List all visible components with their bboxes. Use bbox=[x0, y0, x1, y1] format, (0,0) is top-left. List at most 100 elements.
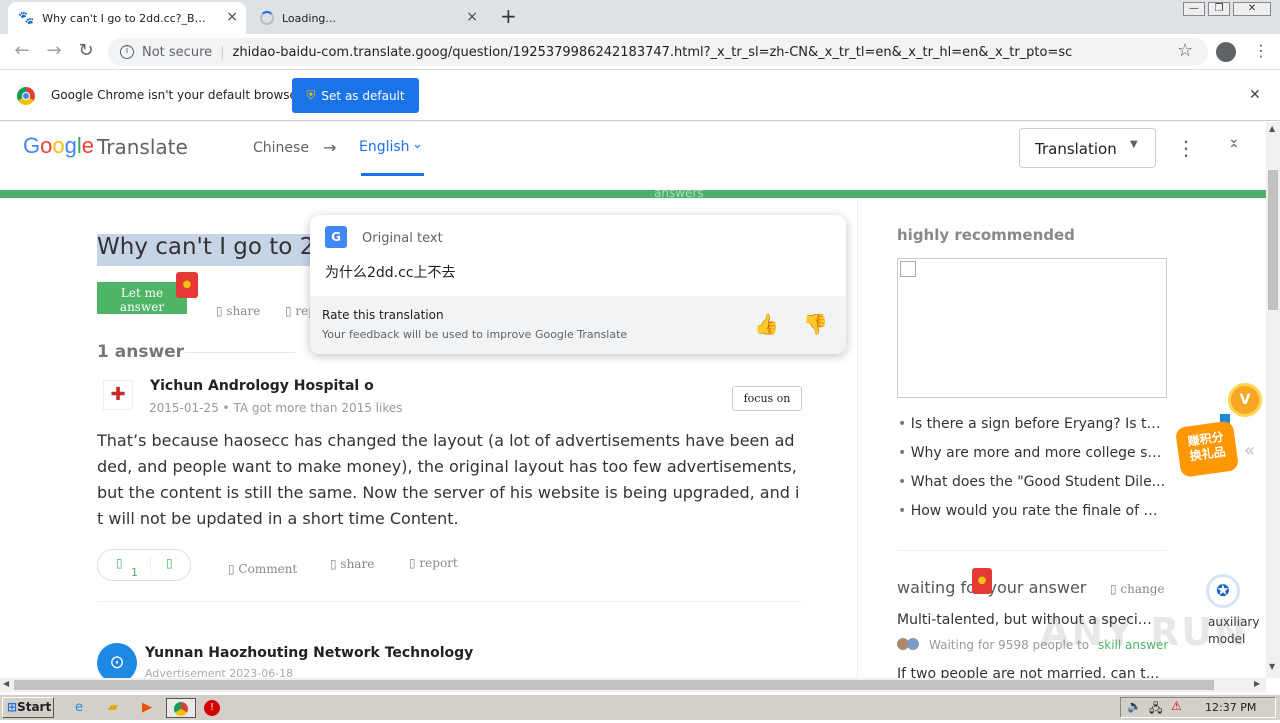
avatar: ✚ bbox=[103, 380, 133, 410]
recommended-image[interactable] bbox=[897, 258, 1167, 398]
folder-icon[interactable]: ▰ bbox=[102, 698, 124, 718]
vertical-scrollbar[interactable]: ▲ ▼ bbox=[1266, 122, 1280, 678]
google-translate-icon: G bbox=[325, 226, 347, 248]
reload-icon[interactable]: ↻ bbox=[74, 40, 98, 61]
avatar-group-icon bbox=[897, 638, 923, 652]
tab-close-icon[interactable]: × bbox=[226, 9, 238, 25]
back-icon[interactable]: ← bbox=[10, 40, 34, 61]
start-button[interactable]: ⊞Start bbox=[2, 697, 54, 718]
info-icon: i bbox=[120, 45, 134, 59]
close-window-button[interactable]: ✕ bbox=[1233, 2, 1271, 16]
tab-loading[interactable]: Loading... × bbox=[250, 2, 486, 34]
new-tab-button[interactable]: + bbox=[500, 4, 517, 28]
mode-label: Translation bbox=[1035, 140, 1117, 158]
alert-icon[interactable]: ⚠ bbox=[1171, 699, 1182, 713]
thumb-down-icon[interactable]: ▯ bbox=[166, 556, 173, 570]
promo-text: 赚积分 换礼品 bbox=[1174, 420, 1240, 478]
recommended-item[interactable]: Why are more and more college stu... bbox=[898, 445, 1166, 461]
ad-meta: Advertisement 2023-06-18 bbox=[145, 667, 294, 678]
rate-label: Rate this translation bbox=[322, 308, 444, 322]
like-dislike-group: ▯ 1 ▯ bbox=[97, 549, 191, 581]
report-label: report bbox=[419, 556, 458, 570]
feedback-text: Your feedback will be used to improve Go… bbox=[322, 328, 628, 341]
not-secure-label: Not secure bbox=[142, 44, 213, 60]
share-label: share bbox=[340, 557, 375, 571]
thumbs-down-icon[interactable]: 👎 bbox=[803, 312, 828, 336]
start-label: Start bbox=[17, 700, 52, 714]
answer-button[interactable]: Let me answer bbox=[97, 282, 187, 314]
thumb-up-icon[interactable]: ▯ bbox=[116, 556, 123, 570]
set-default-button[interactable]: ⛨ Set as default bbox=[292, 78, 419, 113]
network-icon[interactable]: 🖧 bbox=[1149, 699, 1162, 720]
change-link[interactable]: ▯ change bbox=[1110, 582, 1165, 596]
follow-button[interactable]: focus on bbox=[732, 386, 802, 411]
recommended-item[interactable]: What does the "Good Student Dile... bbox=[898, 474, 1166, 490]
comment-link[interactable]: ▯ Comment bbox=[228, 562, 297, 576]
target-language[interactable]: English bbox=[359, 139, 410, 155]
address-bar[interactable]: i Not secure | zhidao-baidu-com.translat… bbox=[108, 38, 1208, 66]
share-link[interactable]: ▯ share bbox=[330, 557, 374, 571]
source-language[interactable]: Chinese bbox=[253, 140, 309, 156]
next-question[interactable]: If two people are not married, can t... bbox=[897, 666, 1159, 678]
recommended-item[interactable]: Is there a sign before Eryang? Is the ..… bbox=[898, 416, 1166, 432]
medal-icon: V bbox=[1228, 383, 1262, 417]
chrome-taskbar-icon[interactable] bbox=[166, 698, 196, 718]
comment-label: Comment bbox=[238, 562, 298, 576]
spinner-icon bbox=[260, 11, 274, 25]
minimize-button[interactable]: — bbox=[1183, 2, 1205, 16]
caret-down-icon: ▼ bbox=[1130, 139, 1138, 150]
tab-baidu[interactable]: 🐾 Why can't I go to 2dd.cc?_Baidu Know × bbox=[8, 2, 246, 34]
forward-icon[interactable]: → bbox=[42, 40, 66, 61]
default-browser-infobar: Google Chrome isn't your default browser… bbox=[0, 71, 1280, 121]
shield-icon: ⛨ bbox=[306, 88, 316, 102]
windows-taskbar: ⊞Start e ▰ ▶ ! 🔈 🖧 ⚠ 12:37 PM bbox=[0, 694, 1280, 720]
answer-meta: 2015-01-25 • TA got more than 2015 likes bbox=[149, 401, 403, 415]
translate-logo-text: Translate bbox=[97, 135, 188, 159]
popup-header: Original text bbox=[362, 231, 443, 246]
set-default-label: Set as default bbox=[321, 88, 405, 103]
original-text-popup: G Original text 为什么2dd.cc上不去 Rate this t… bbox=[310, 215, 846, 354]
share-link[interactable]: ▯ share bbox=[216, 304, 260, 318]
report-link[interactable]: ▯ report bbox=[409, 556, 458, 570]
red-packet-icon: ● bbox=[176, 272, 198, 298]
double-chevron-left-icon[interactable]: « bbox=[1244, 440, 1255, 461]
ad-author[interactable]: Yunnan Haozhouting Network Technology bbox=[145, 645, 473, 661]
horizontal-scrollbar[interactable]: ◀ ▶ bbox=[0, 678, 1266, 692]
like-count: 1 bbox=[131, 566, 138, 579]
volume-icon[interactable]: 🔈 bbox=[1127, 699, 1142, 713]
page-header-strip: answers bbox=[0, 186, 1266, 200]
accessibility-icon[interactable]: ✪ bbox=[1206, 574, 1240, 608]
original-text: 为什么2dd.cc上不去 bbox=[325, 265, 456, 281]
infobar-close-icon[interactable]: ✕ bbox=[1249, 87, 1261, 103]
ie-icon[interactable]: e bbox=[68, 698, 90, 718]
restore-button[interactable]: ❐ bbox=[1208, 2, 1230, 16]
tab-close-icon[interactable]: × bbox=[466, 9, 478, 25]
question-title: Why can't I go to 2 bbox=[97, 234, 317, 266]
system-tray: 🔈 🖧 ⚠ 12:37 PM bbox=[1120, 697, 1276, 718]
thumbs-up-icon[interactable]: 👍 bbox=[754, 312, 779, 336]
recommended-item[interactable]: How would you rate the finale of Th... bbox=[898, 503, 1166, 519]
scroll-thumb[interactable] bbox=[1268, 170, 1278, 310]
google-logo: Google bbox=[23, 133, 95, 158]
points-promo[interactable]: V 赚积分 换礼品 « bbox=[1172, 380, 1262, 480]
lang-arrow-icon: → bbox=[323, 138, 337, 157]
translation-mode-select[interactable]: Translation ▼ bbox=[1019, 128, 1156, 168]
recommended-title: highly recommended bbox=[897, 226, 1075, 244]
more-options-icon[interactable]: ⋮ bbox=[1176, 136, 1196, 160]
scroll-thumb[interactable] bbox=[14, 680, 1214, 690]
avatar: ⊙ bbox=[97, 643, 137, 678]
answer-author[interactable]: Yichun Andrology Hospital o bbox=[150, 378, 374, 394]
divider bbox=[185, 352, 295, 353]
chevron-down-icon[interactable]: ⌄ bbox=[412, 137, 423, 152]
security-app-icon[interactable]: ! bbox=[204, 700, 220, 716]
translate-bar: Google Translate Chinese → English ⌄ Tra… bbox=[0, 122, 1266, 190]
answer-body: That’s because haosecc has changed the l… bbox=[97, 431, 800, 528]
share-label: share bbox=[226, 304, 261, 318]
menu-kebab-icon[interactable]: ⋮ bbox=[1253, 41, 1269, 60]
collapse-icon[interactable]: ⌄ ⌃ bbox=[1228, 132, 1240, 157]
rating-footer: Rate this translation Your feedback will… bbox=[310, 296, 846, 354]
profile-icon[interactable] bbox=[1216, 42, 1236, 62]
browser-toolbar: ← → ↻ i Not secure | zhidao-baidu-com.tr… bbox=[0, 34, 1280, 70]
media-player-icon[interactable]: ▶ bbox=[136, 698, 158, 718]
bookmark-star-icon[interactable]: ☆ bbox=[1177, 40, 1193, 61]
